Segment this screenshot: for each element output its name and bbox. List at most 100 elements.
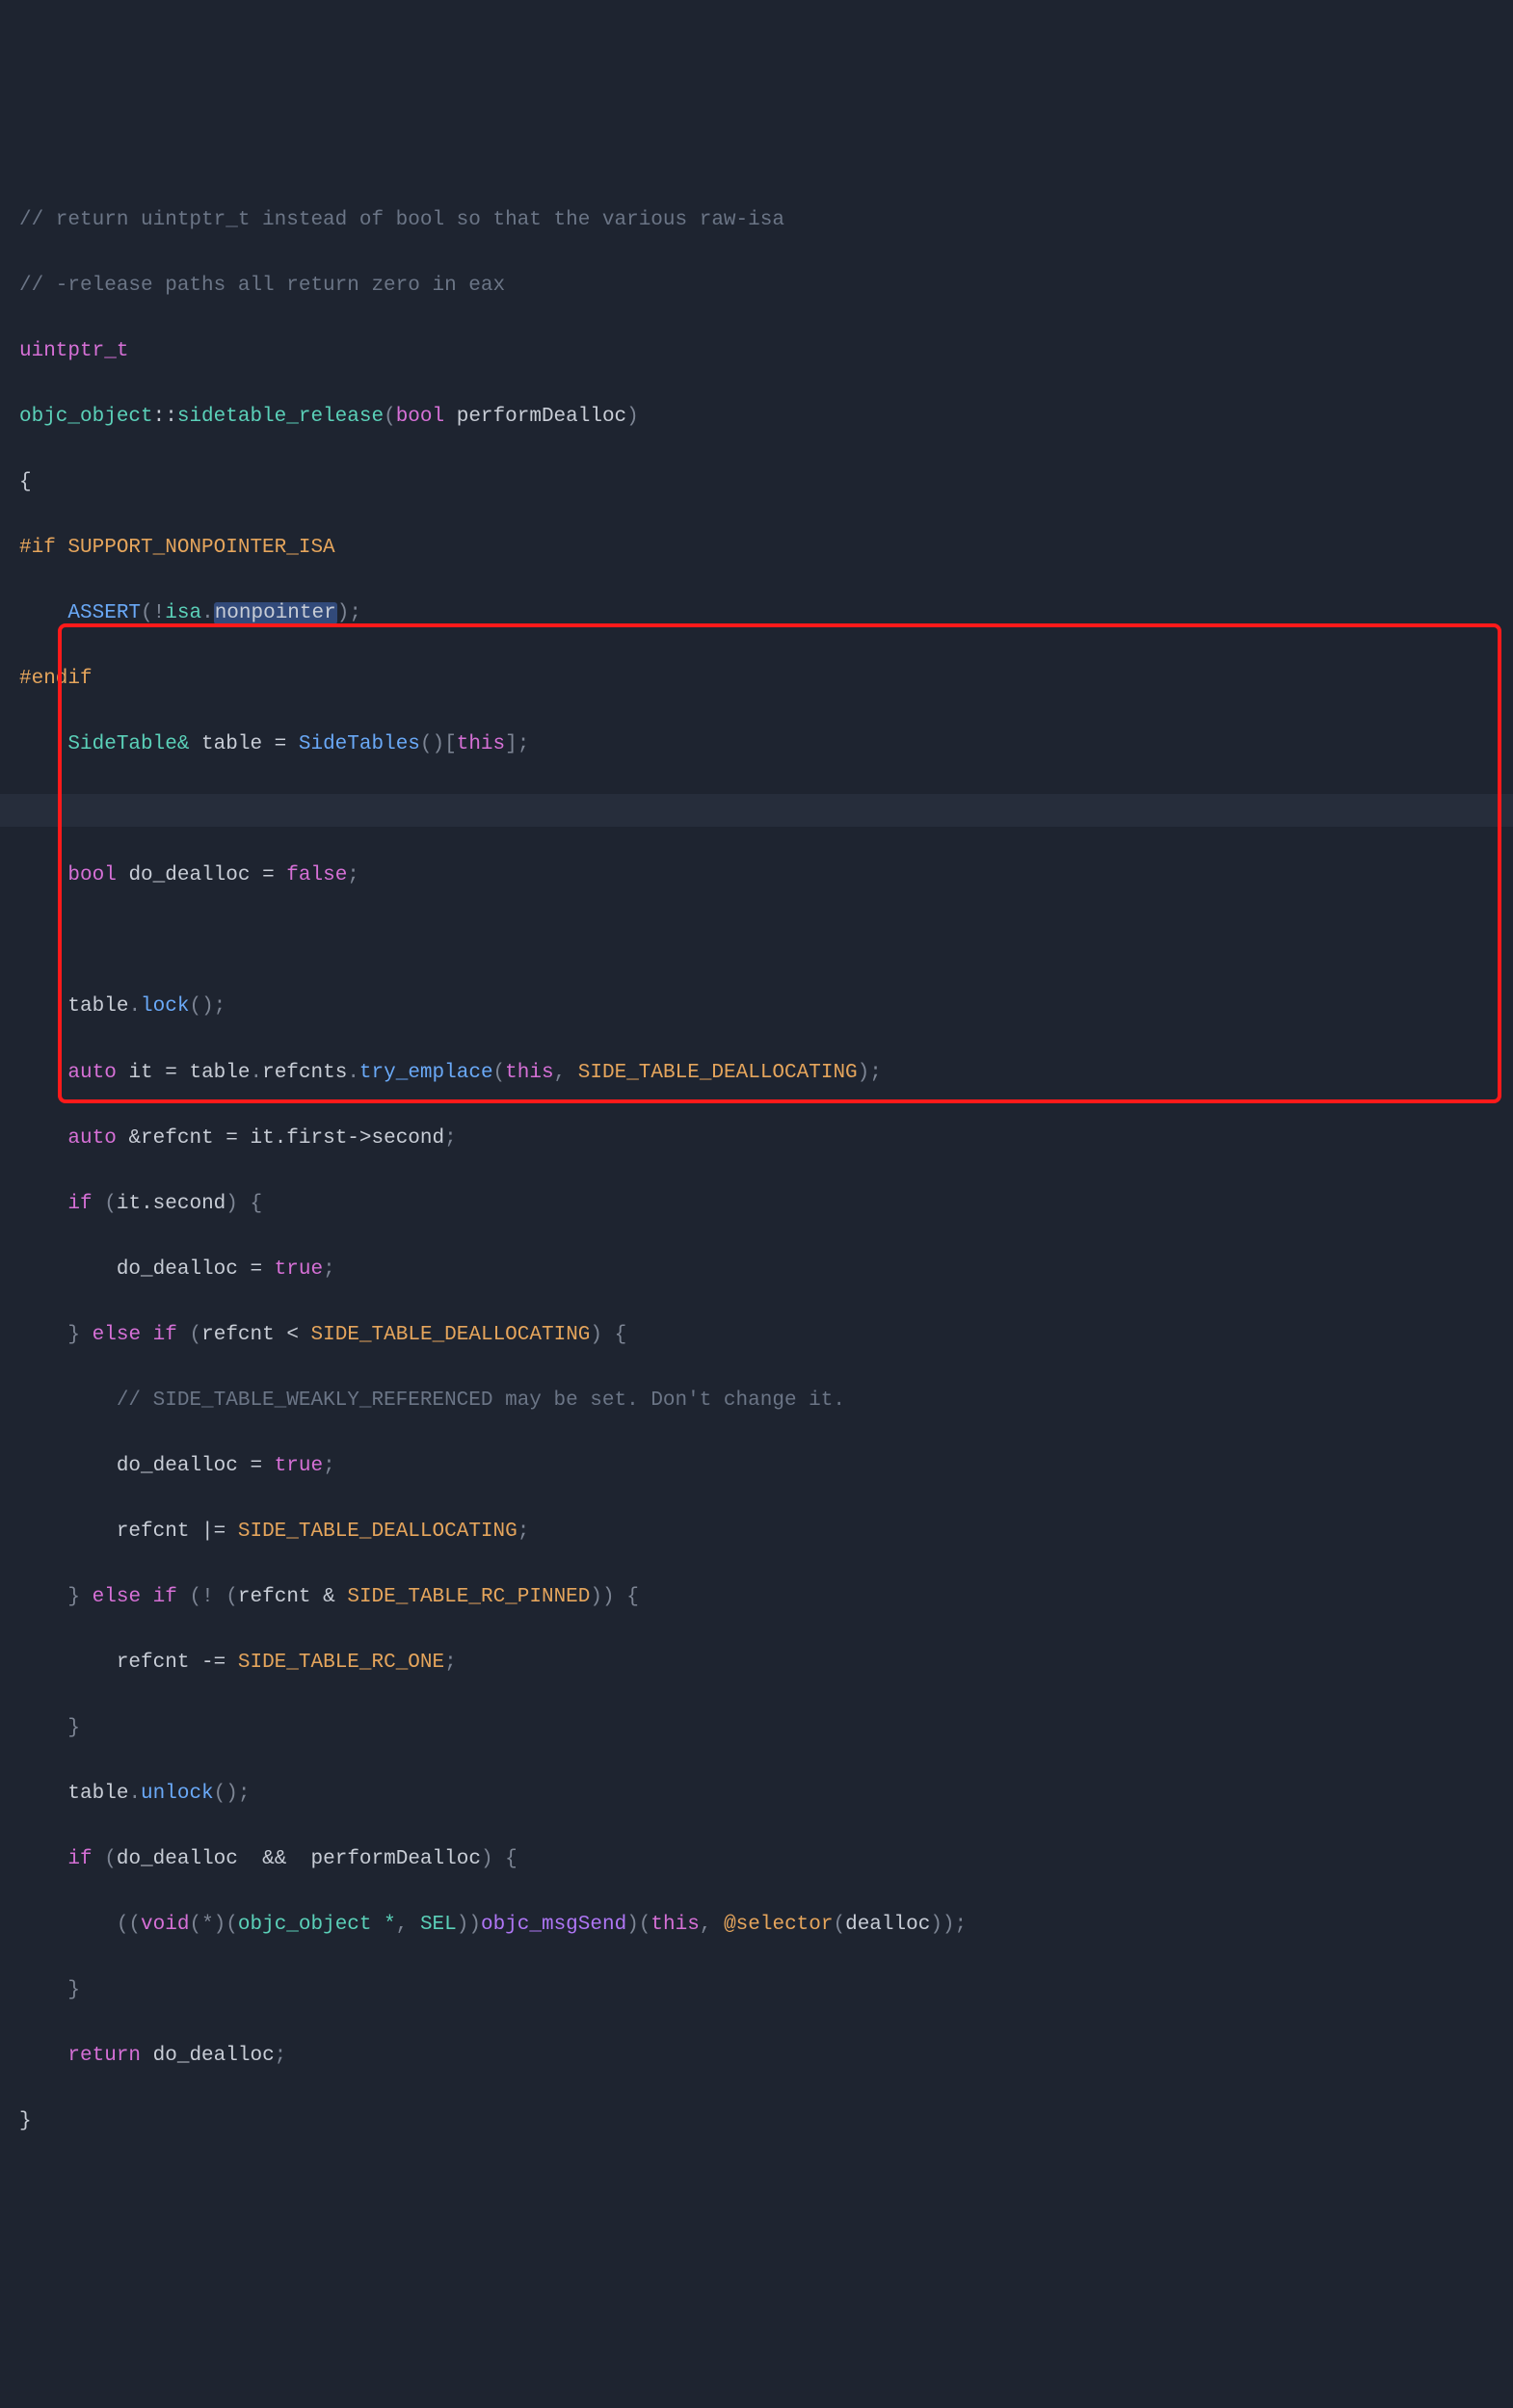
paren: )) { (590, 1586, 638, 1608)
semi: ; (518, 1521, 530, 1543)
code-line: } (19, 1974, 1513, 2007)
code-line: uintptr_t (19, 335, 1513, 368)
lt: < (275, 1324, 311, 1346)
this-kw: this (457, 733, 505, 755)
paren: ()[ (420, 733, 457, 755)
return-kw: return (67, 2045, 141, 2067)
minus-assign: -= (189, 1652, 237, 1674)
this-kw: this (650, 1914, 699, 1936)
code-line: ((void(*)(objc_object *, SEL))objc_msgSe… (19, 1909, 1513, 1942)
else-kw: else (93, 1586, 141, 1608)
code-line: } (19, 1712, 1513, 1745)
var-name: refcnt (117, 1521, 190, 1543)
dot: . (128, 1783, 141, 1805)
code-line: bool do_dealloc = false; (19, 860, 1513, 892)
bool-kw: bool (67, 864, 116, 886)
assign: = (238, 1455, 275, 1477)
param-name: performDealloc (444, 406, 626, 428)
semi: ; (323, 1258, 335, 1281)
bool-literal: true (275, 1455, 323, 1477)
assert-call: ASSERT (67, 602, 141, 624)
var-name: table (201, 733, 262, 755)
comma: , (396, 1914, 420, 1936)
code-line: if (do_dealloc && performDealloc) { (19, 1843, 1513, 1876)
paren: (! (141, 602, 165, 624)
method-call: try_emplace (359, 1062, 493, 1084)
comment-text: // SIDE_TABLE_WEAKLY_REFERENCED may be s… (117, 1389, 845, 1412)
code-line: } (19, 2105, 1513, 2138)
code-line: { (19, 466, 1513, 499)
paren: ( (833, 1914, 845, 1936)
paren: ); (337, 602, 361, 624)
void-kw: void (141, 1914, 189, 1936)
close-brace: } (67, 1586, 92, 1608)
var-name: do_dealloc (117, 1455, 238, 1477)
constant: SIDE_TABLE_DEALLOCATING (311, 1324, 591, 1346)
code-line: refcnt -= SIDE_TABLE_RC_ONE; (19, 1647, 1513, 1680)
cursor-line[interactable] (0, 794, 1513, 827)
paren: ( (384, 406, 396, 428)
return-type: uintptr_t (19, 340, 128, 362)
code-line: #endif (19, 663, 1513, 696)
paren: )( (626, 1914, 650, 1936)
paren: ]; (505, 733, 529, 755)
preproc-endif: #endif (19, 668, 93, 690)
bool-literal: false (286, 864, 347, 886)
paren: ( (93, 1848, 117, 1870)
paren: ( (93, 1193, 117, 1215)
var-name: table (67, 995, 128, 1018)
var-name: table (67, 1783, 128, 1805)
semi: ; (275, 2045, 287, 2067)
close-brace: } (19, 2110, 32, 2132)
if-kw: if (153, 1324, 177, 1346)
code-line: return do_dealloc; (19, 2040, 1513, 2073)
paren: (); (214, 1783, 251, 1805)
if-kw: if (67, 1848, 92, 1870)
code-line: // SIDE_TABLE_WEAKLY_REFERENCED may be s… (19, 1385, 1513, 1417)
comma: , (700, 1914, 724, 1936)
code-line: objc_object::sidetable_release(bool perf… (19, 401, 1513, 434)
assign: = (250, 864, 286, 886)
preproc-if: #if (19, 537, 56, 559)
assign: = (262, 733, 299, 755)
paren: ) { (590, 1324, 626, 1346)
code-line: SideTable& table = SideTables()[this]; (19, 728, 1513, 761)
type-name: objc_object * (238, 1914, 396, 1936)
paren: ) { (226, 1193, 262, 1215)
code-line: if (it.second) { (19, 1188, 1513, 1221)
objc-msgsend: objc_msgSend (481, 1914, 626, 1936)
selected-word[interactable]: nonpointer (214, 602, 337, 624)
assign: = (238, 1258, 275, 1281)
paren: (*)( (189, 1914, 237, 1936)
expr: it.first->second (250, 1127, 444, 1150)
class-name: objc_object (19, 406, 153, 428)
auto-kw: auto (67, 1062, 116, 1084)
selector-name: dealloc (845, 1914, 930, 1936)
auto-kw: auto (67, 1127, 116, 1150)
var-name: refcnt (238, 1586, 311, 1608)
var-name: performDealloc (311, 1848, 481, 1870)
code-line: // -release paths all return zero in eax (19, 270, 1513, 303)
constant: SIDE_TABLE_RC_ONE (238, 1652, 444, 1674)
code-line: } else if (! (refcnt & SIDE_TABLE_RC_PIN… (19, 1581, 1513, 1614)
macro-name: SUPPORT_NONPOINTER_ISA (56, 537, 335, 559)
dot: . (250, 1062, 262, 1084)
code-line: do_dealloc = true; (19, 1450, 1513, 1483)
close-brace: } (67, 1717, 80, 1739)
and-and: && (238, 1848, 311, 1870)
paren: ( (177, 1324, 201, 1346)
paren: ) (626, 406, 639, 428)
method-name: sidetable_release (177, 406, 384, 428)
var-name: &refcnt (117, 1127, 214, 1150)
code-editor-wrapper: // return uintptr_t instead of bool so t… (0, 139, 1513, 2236)
code-block[interactable]: // return uintptr_t instead of bool so t… (0, 172, 1513, 2171)
semi: ; (347, 864, 359, 886)
if-kw: if (67, 1193, 92, 1215)
code-line: auto &refcnt = it.first->second; (19, 1123, 1513, 1155)
var-name: table (189, 1062, 250, 1084)
if-kw: if (153, 1586, 177, 1608)
var-name: it (117, 1062, 153, 1084)
code-line: refcnt |= SIDE_TABLE_DEALLOCATING; (19, 1516, 1513, 1548)
code-line: // return uintptr_t instead of bool so t… (19, 204, 1513, 237)
dot: . (201, 602, 214, 624)
